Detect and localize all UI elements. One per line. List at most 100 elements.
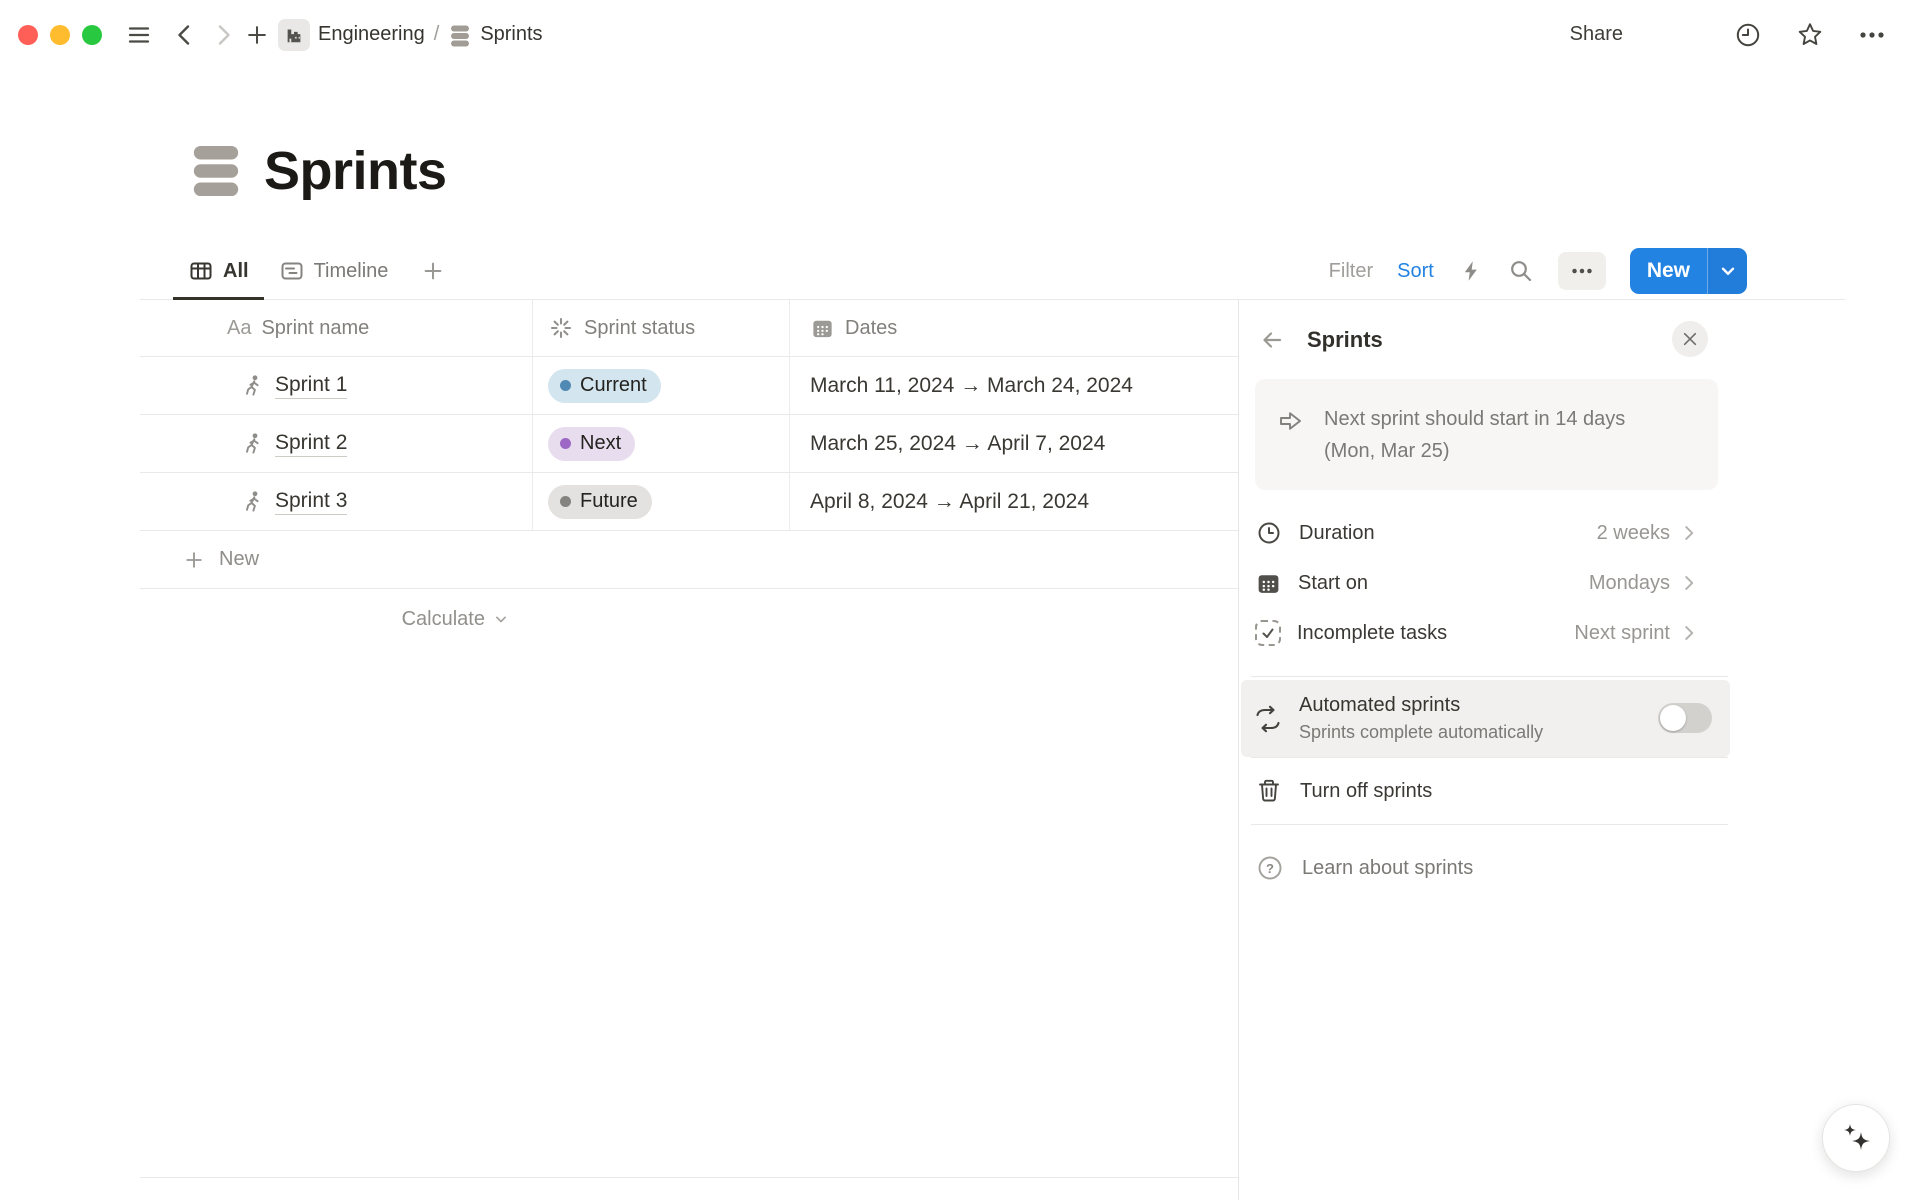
dates-cell[interactable]: March 25, 2024 → April 7, 2024 — [790, 415, 1238, 472]
chevron-left-icon — [172, 22, 198, 48]
sidebar-menu-button[interactable] — [126, 22, 152, 48]
window-controls — [18, 25, 102, 45]
sprint-name-cell[interactable]: Sprint 1 — [140, 357, 533, 414]
chevron-right-icon — [210, 22, 236, 48]
breadcrumb-workspace[interactable]: Engineering — [318, 23, 425, 46]
checkbox-dashed-icon — [1255, 620, 1281, 646]
callout-line2: (Mon, Mar 25) — [1324, 440, 1450, 462]
breadcrumb-page[interactable]: Sprints — [480, 23, 542, 46]
callout-text: Next sprint should start in 14 days (Mon… — [1324, 403, 1625, 490]
new-dropdown-button[interactable] — [1707, 248, 1747, 294]
status-dot — [560, 380, 571, 391]
add-row-label: New — [219, 548, 259, 571]
column-header-dates[interactable]: Dates — [790, 300, 1238, 356]
runner-icon — [239, 431, 265, 457]
setting-incomplete-tasks[interactable]: Incomplete tasks Next sprint — [1241, 608, 1730, 658]
search-button[interactable] — [1508, 258, 1534, 284]
setting-start-on[interactable]: Start on Mondays — [1241, 558, 1730, 608]
learn-about-sprints-link[interactable]: ? Learn about sprints — [1241, 825, 1730, 911]
ai-assistant-button[interactable] — [1822, 1104, 1890, 1172]
history-button[interactable] — [1733, 20, 1763, 50]
turn-off-sprints-label: Turn off sprints — [1300, 780, 1432, 803]
add-view-button[interactable] — [413, 259, 453, 283]
status-badge: Next — [548, 427, 635, 461]
sprint-status-cell[interactable]: Next — [533, 415, 790, 472]
sprint-link[interactable]: Sprint 2 — [275, 431, 347, 457]
dates-cell[interactable]: April 8, 2024 → April 21, 2024 — [790, 473, 1238, 530]
calculate-label: Calculate — [402, 608, 485, 631]
status-dot — [560, 438, 571, 449]
dates-cell[interactable]: March 11, 2024 → March 24, 2024 — [790, 357, 1238, 414]
chevron-down-icon — [491, 609, 511, 629]
setting-value: Next sprint — [1574, 622, 1670, 645]
database-icon-large — [190, 142, 242, 200]
favorite-button[interactable] — [1795, 20, 1825, 50]
status-badge: Future — [548, 485, 652, 519]
table-row: Sprint 2 Next March 25, 2024 → April 7, … — [140, 415, 1238, 473]
breadcrumb: Engineering / Sprints — [278, 19, 543, 51]
status-badge: Current — [548, 369, 661, 403]
table-header-row: Aa Sprint name Sprint status Dates — [140, 300, 1238, 357]
setting-duration[interactable]: Duration 2 weeks — [1241, 508, 1730, 558]
back-button[interactable] — [172, 22, 198, 48]
automated-sprints-toggle[interactable] — [1658, 703, 1712, 733]
page-title: Sprints — [264, 140, 447, 202]
arrow-right-outline-icon — [1276, 406, 1306, 490]
sort-button[interactable]: Sort — [1397, 260, 1434, 283]
zoom-window-button[interactable] — [82, 25, 102, 45]
automations-button[interactable] — [1458, 258, 1484, 284]
view-options-button[interactable] — [1558, 252, 1606, 290]
new-button[interactable]: New — [1630, 248, 1747, 294]
automated-sprints-row[interactable]: Automated sprints Sprints complete autom… — [1241, 680, 1730, 757]
new-tab-button[interactable] — [245, 23, 269, 47]
runner-icon — [239, 489, 265, 515]
sprint-name-cell[interactable]: Sprint 3 — [140, 473, 533, 530]
calculate-button[interactable]: Calculate — [140, 589, 523, 649]
status-label: Next — [580, 432, 621, 455]
share-button[interactable]: Share — [1570, 23, 1623, 46]
panel-close-button[interactable] — [1672, 321, 1708, 357]
close-icon — [1682, 331, 1698, 347]
filter-button[interactable]: Filter — [1329, 260, 1373, 283]
sprint-link[interactable]: Sprint 3 — [275, 489, 347, 515]
forward-button[interactable] — [210, 22, 236, 48]
column-header-sprint-name[interactable]: Aa Sprint name — [140, 300, 533, 356]
sparkle-icon — [1836, 1118, 1876, 1158]
panel-back-button[interactable] — [1257, 325, 1287, 355]
chevron-right-icon — [1678, 622, 1700, 644]
callout-line1: Next sprint should start in 14 days — [1324, 408, 1625, 430]
more-options-button[interactable] — [1857, 20, 1887, 50]
tab-all[interactable]: All — [173, 243, 264, 299]
status-burst-icon — [548, 315, 574, 341]
turn-off-sprints-button[interactable]: Turn off sprints — [1241, 758, 1730, 824]
column-label: Dates — [845, 317, 897, 340]
view-toolbar: All Timeline Filter Sort — [140, 243, 1845, 300]
setting-value: Mondays — [1589, 572, 1670, 595]
status-label: Current — [580, 374, 647, 397]
building-icon — [284, 25, 304, 45]
sprint-status-cell[interactable]: Current — [533, 357, 790, 414]
tab-timeline[interactable]: Timeline — [264, 243, 404, 299]
clock-icon — [1733, 20, 1763, 50]
titlebar-actions: Share — [1570, 20, 1920, 50]
add-row-button[interactable]: New — [140, 531, 1238, 589]
sprints-settings-panel: Sprints Next sprint should start in 14 d… — [1238, 300, 1920, 1200]
chevron-right-icon — [1678, 572, 1700, 594]
workspace-item[interactable] — [278, 19, 310, 51]
sprint-name-cell[interactable]: Sprint 2 — [140, 415, 533, 472]
table-bottom-divider — [140, 1177, 1238, 1178]
column-header-sprint-status[interactable]: Sprint status — [533, 300, 790, 356]
plus-icon — [421, 259, 445, 283]
sprint-status-cell[interactable]: Future — [533, 473, 790, 530]
automated-sprints-text: Automated sprints Sprints complete autom… — [1299, 694, 1543, 743]
calendar-icon — [1255, 570, 1282, 597]
lightning-icon — [1458, 258, 1484, 284]
table-view-icon — [188, 258, 214, 284]
view-tabs: All Timeline — [173, 243, 453, 299]
sprints-table: Aa Sprint name Sprint status Dates Sprin… — [140, 300, 1238, 649]
automated-sprints-label: Automated sprints — [1299, 694, 1543, 717]
minimize-window-button[interactable] — [50, 25, 70, 45]
plus-icon — [245, 23, 269, 47]
sprint-link[interactable]: Sprint 1 — [275, 373, 347, 399]
close-window-button[interactable] — [18, 25, 38, 45]
